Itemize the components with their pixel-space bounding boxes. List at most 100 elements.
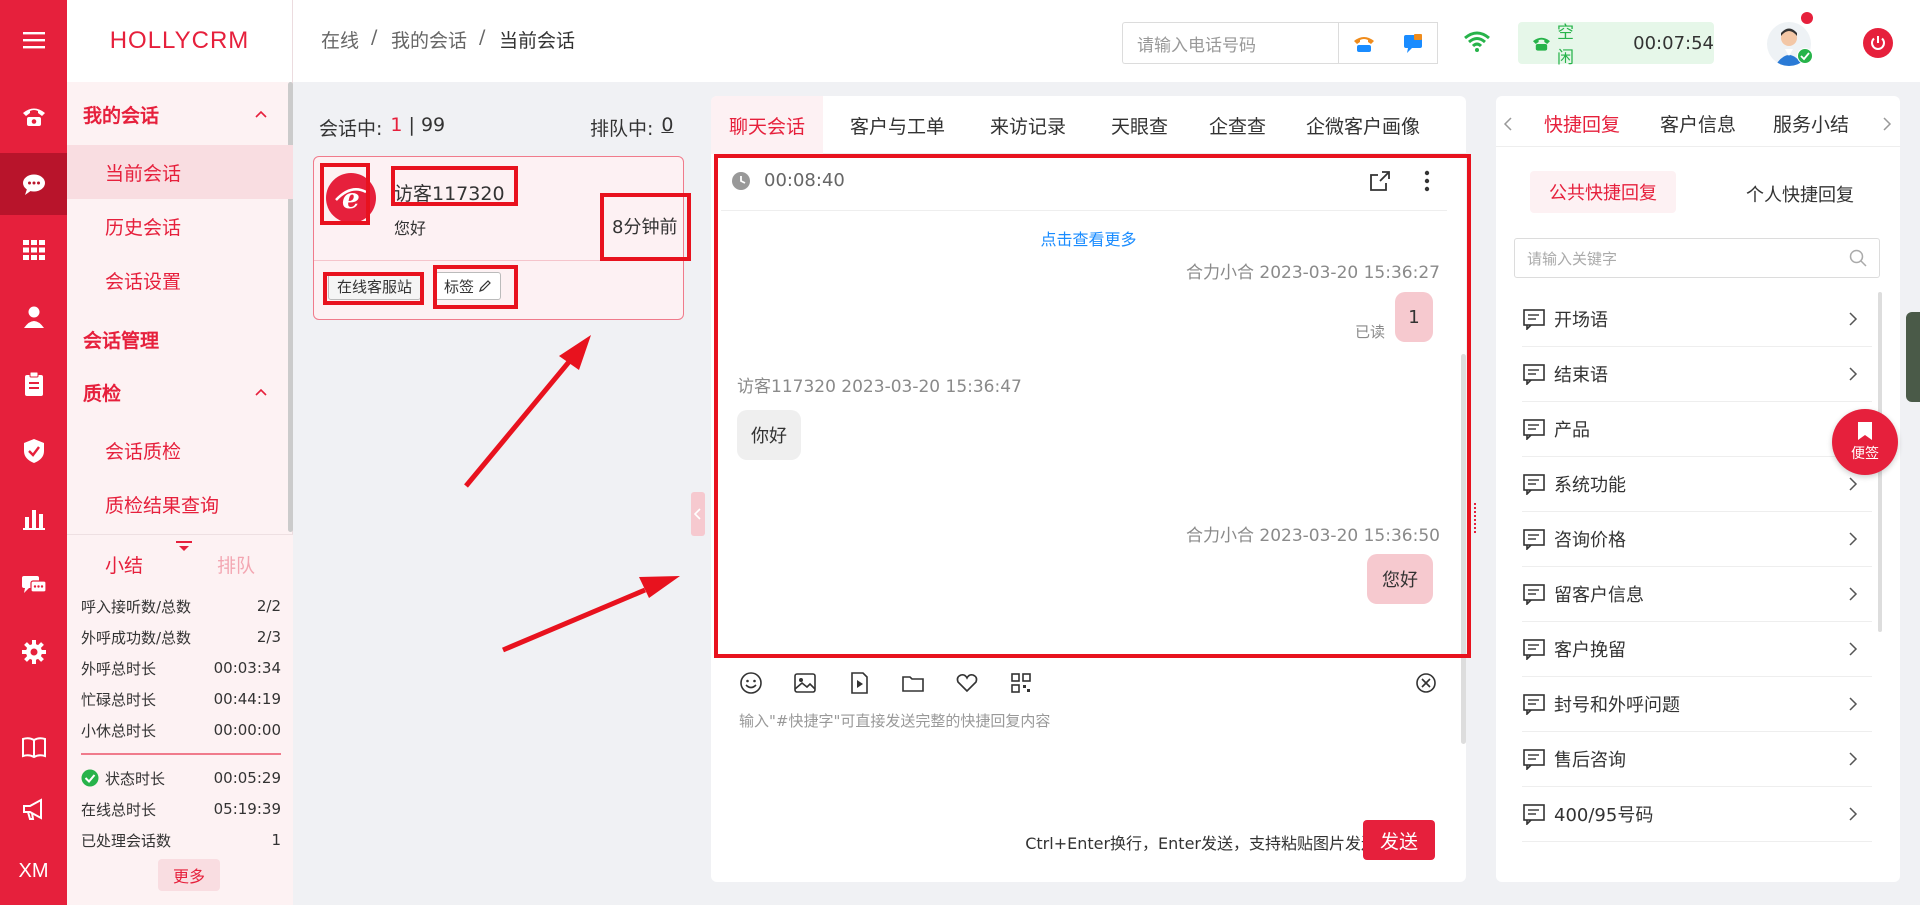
keyword-search-input[interactable]: 请输入关键字 [1514,238,1880,278]
nav-item-history-session[interactable]: 历史会话 [67,199,293,253]
icon-rail: XM [0,0,67,905]
chevron-up-icon [255,388,267,396]
quick-reply-item[interactable]: 客户挽留 [1522,622,1872,677]
video-icon[interactable] [846,670,872,696]
bar-chart-icon[interactable] [0,488,67,548]
tab-queue[interactable]: 排队 [217,551,255,578]
nav-item-qa-results[interactable]: 质检结果查询 [67,477,293,531]
tab-summary[interactable]: 小结 [105,551,143,578]
tab-tianyancha[interactable]: 天眼查 [1111,96,1168,154]
tab-wecom-profile[interactable]: 企微客户画像 [1306,96,1420,154]
stat-row: 小休总时长 00:00:00 [81,721,281,740]
annotation-arrows [464,335,680,653]
nav-group-quality[interactable]: 质检 [67,367,293,417]
side-widget-handle[interactable] [1906,312,1920,402]
chevron-right-icon[interactable] [1881,116,1893,132]
clipboard-icon[interactable] [0,354,67,414]
top-bar: 在线 / 我的会话 / 当前会话 请输入电话号码 空闲 00:07:54 [293,0,1920,82]
tab-qichacha[interactable]: 企查查 [1209,96,1266,154]
breadcrumb-online[interactable]: 在线 [321,26,359,53]
caret-down-icon [176,541,192,551]
breadcrumb-separator: / [479,26,486,48]
power-icon [1871,36,1885,50]
more-button[interactable]: 更多 [158,859,220,891]
quick-reply-item[interactable]: 系统功能 [1522,457,1872,512]
divider [1496,146,1900,147]
nav-group-my-sessions[interactable]: 我的会话 [67,89,293,139]
quick-reply-item[interactable]: 结束语 [1522,347,1872,402]
nav-group-session-management[interactable]: 会话管理 [67,314,293,364]
nav-group-label: 质检 [83,382,122,405]
quick-reply-item[interactable]: 产品 [1522,402,1872,457]
stat-row: 外呼成功数/总数 2/3 [81,628,281,647]
emoji-icon[interactable] [738,670,764,696]
tab-public-replies[interactable]: 公共快捷回复 [1530,171,1676,213]
agent-status[interactable]: 空闲 00:07:54 [1518,22,1714,68]
chat-panel: 聊天会话 聊天会话 客户与工单 来访记录 天眼查 企查查 企微客户画像 00:0… [711,96,1476,882]
chevron-right-icon [1849,752,1858,766]
quick-reply-item[interactable]: 封号和外呼问题 [1522,677,1872,732]
send-button[interactable]: 发送 [1363,820,1435,860]
megaphone-icon[interactable] [0,779,67,839]
book-icon[interactable] [0,717,67,777]
message-input[interactable]: 输入"#快捷字"可直接发送完整的快捷回复内容 [739,710,1429,731]
power-button[interactable] [1863,28,1893,58]
quick-reply-item[interactable]: 留客户信息 [1522,567,1872,622]
nav-group-label: 我的会话 [83,104,160,127]
session-list-panel: 会话中: 1 | 99 排队中: 0 e 访客117320 您好 8分钟前 在线… [293,82,705,905]
tab-service-summary[interactable]: 服务小结 [1773,110,1849,137]
tab-customer-tickets[interactable]: 客户与工单 [850,96,945,154]
sticky-note-label: 便签 [1851,446,1879,462]
quick-reply-item[interactable]: 400/95号码 [1522,787,1872,842]
heart-icon[interactable] [954,670,980,696]
collapse-handle[interactable] [691,492,705,536]
message-icon [1523,639,1545,660]
phone-icon[interactable] [0,86,67,146]
quick-reply-item[interactable]: 咨询价格 [1522,512,1872,567]
message-chat-icon[interactable] [1401,32,1425,54]
message-icon [1523,419,1545,440]
annotation-box [714,154,1471,658]
qrcode-icon[interactable] [1008,670,1034,696]
folder-icon[interactable] [900,670,926,696]
nav-item-session-settings[interactable]: 会话设置 [67,253,293,307]
message-icon [1523,309,1545,330]
chevron-right-icon [1849,642,1858,656]
gear-icon[interactable] [0,622,67,682]
nav-item-session-qa[interactable]: 会话质检 [67,423,293,477]
chevron-left-icon[interactable] [1502,116,1514,132]
stat-row: 已处理会话数 1 [81,831,281,850]
sticky-note-button[interactable]: 便签 [1832,409,1898,475]
message-icon [1523,804,1545,825]
close-circle-icon[interactable] [1413,670,1439,696]
chevron-right-icon [1849,807,1858,821]
chat-icon[interactable] [0,153,67,215]
grid-icon[interactable] [0,220,67,280]
user-initials[interactable]: XM [0,841,67,901]
search-icon[interactable] [1848,248,1868,268]
chevron-right-icon [1849,697,1858,711]
send-hint: Ctrl+Enter换行，Enter发送，支持粘贴图片发送 [1025,834,1377,853]
tab-customer-info[interactable]: 客户信息 [1660,110,1736,137]
tab-quick-reply[interactable]: 快捷回复 [1544,110,1620,137]
message-icon [1523,584,1545,605]
message-icon[interactable] [0,555,67,615]
tab-personal-replies[interactable]: 个人快捷回复 [1746,181,1854,207]
image-icon[interactable] [792,670,818,696]
breadcrumb-separator: / [371,26,378,48]
menu-toggle-icon[interactable] [0,10,67,70]
quick-reply-list: 开场语 结束语 产品 系统功能 咨询价格 留客户信息 客户挽留 封号和外呼问题 … [1496,292,1900,882]
quick-reply-item[interactable]: 售后咨询 [1522,732,1872,787]
phone-input[interactable]: 请输入电话号码 [1122,22,1338,64]
phone-status-icon [1532,37,1551,51]
resize-handle[interactable] [1474,503,1478,533]
breadcrumb-my-sessions[interactable]: 我的会话 [391,26,467,53]
message-icon [1523,529,1545,550]
quick-reply-item[interactable]: 开场语 [1522,292,1872,347]
dial-icon[interactable] [1352,32,1376,54]
user-icon[interactable] [0,287,67,347]
shield-icon[interactable] [0,421,67,481]
tab-chat-label[interactable]: 聊天会话 [729,96,805,154]
nav-item-current-session[interactable]: 当前会话 [67,145,293,199]
tab-visit-records[interactable]: 来访记录 [990,96,1066,154]
